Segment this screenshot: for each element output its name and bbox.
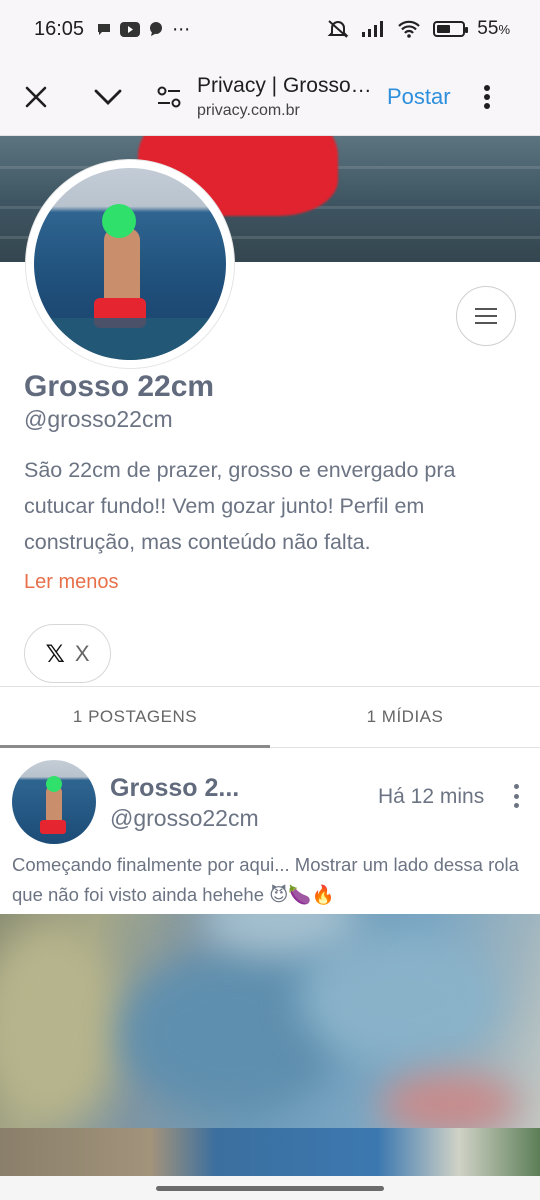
x-social-link[interactable]: 𝕏 X bbox=[24, 624, 111, 683]
avatar-water bbox=[34, 318, 226, 360]
post-author-avatar[interactable] bbox=[12, 760, 96, 844]
battery-percent-value: 55 bbox=[477, 18, 499, 39]
minimize-button[interactable] bbox=[90, 79, 126, 115]
profile-tabs: 1 POSTAGENS 1 MÍDIAS bbox=[0, 686, 540, 748]
x-social-label: X bbox=[74, 640, 90, 666]
more-dots-icon: ⋯ bbox=[172, 18, 191, 39]
page-title: Privacy | Grosso 22cm bbox=[197, 73, 375, 97]
post-timestamp: Há 12 mins bbox=[378, 785, 485, 808]
media-blob bbox=[380, 1074, 520, 1128]
battery-percent: 55% bbox=[477, 18, 510, 40]
status-time: 16:05 bbox=[34, 17, 85, 40]
url-bar[interactable]: Privacy | Grosso 22cm privacy.com.br bbox=[197, 74, 375, 120]
home-indicator[interactable] bbox=[156, 1186, 384, 1191]
page-domain: privacy.com.br bbox=[197, 101, 300, 119]
hamburger-icon bbox=[475, 308, 497, 324]
close-tab-button[interactable] bbox=[18, 79, 54, 115]
tab-posts[interactable]: 1 POSTAGENS bbox=[0, 687, 270, 748]
x-logo-icon: 𝕏 bbox=[45, 639, 65, 668]
post-media-image[interactable] bbox=[0, 914, 540, 1128]
mute-icon bbox=[327, 20, 349, 38]
youtube-icon bbox=[120, 21, 141, 37]
avatar-image bbox=[34, 168, 226, 360]
read-less-link[interactable]: Ler menos bbox=[24, 571, 119, 594]
profile-bio: São 22cm de prazer, grosso e envergado p… bbox=[24, 458, 456, 554]
post-text: Começando finalmente por aqui... Mostrar… bbox=[12, 854, 519, 905]
chat-bubble-icon bbox=[98, 24, 111, 35]
battery-percent-suffix: % bbox=[498, 22, 510, 37]
status-bar: 16:05 ⋯ 55% bbox=[0, 0, 540, 58]
tab-media[interactable]: 1 MÍDIAS bbox=[270, 687, 540, 747]
profile-handle: @grosso22cm bbox=[24, 406, 173, 432]
profile-name: Grosso 22cm bbox=[24, 370, 215, 403]
post-author-name[interactable]: Grosso 2... bbox=[110, 774, 260, 803]
profile-avatar[interactable] bbox=[26, 160, 234, 368]
post-options-icon[interactable] bbox=[502, 780, 530, 812]
battery-fill bbox=[437, 25, 451, 33]
avatar-face-cover bbox=[102, 204, 136, 238]
media-blob bbox=[300, 934, 500, 1064]
site-settings-icon bbox=[157, 86, 181, 107]
battery-icon bbox=[433, 21, 469, 37]
site-settings-button[interactable] bbox=[151, 79, 187, 115]
message-icon bbox=[150, 22, 163, 36]
post-author-handle: @grosso22cm bbox=[110, 805, 259, 831]
signal-icon bbox=[362, 21, 384, 37]
post-avatar-shorts bbox=[40, 820, 66, 834]
browser-toolbar: Privacy | Grosso 22cm privacy.com.br Pos… bbox=[0, 58, 540, 136]
overflow-menu-button[interactable] bbox=[469, 79, 505, 115]
overflow-menu-icon bbox=[483, 84, 490, 109]
chevron-down-icon bbox=[94, 89, 122, 105]
profile-menu-button[interactable] bbox=[456, 286, 516, 346]
notification-icons: ⋯ bbox=[96, 19, 190, 40]
close-icon bbox=[25, 86, 47, 107]
wifi-icon bbox=[398, 20, 421, 38]
post-media-image-2[interactable] bbox=[0, 1128, 540, 1176]
media-blob bbox=[0, 924, 120, 1124]
post-button[interactable]: Postar bbox=[387, 84, 451, 110]
post-avatar-face-cover bbox=[46, 776, 62, 792]
